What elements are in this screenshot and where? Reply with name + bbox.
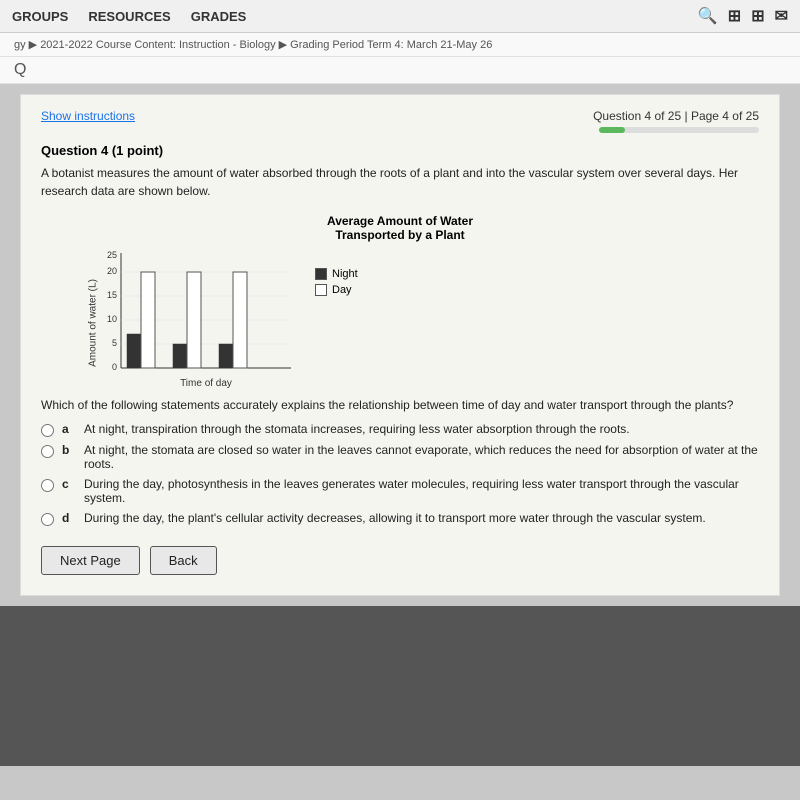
- grid-icon[interactable]: ⊞: [728, 6, 741, 26]
- nav-groups[interactable]: GROUPS: [12, 9, 68, 24]
- search-icon[interactable]: 🔍: [698, 6, 718, 26]
- show-instructions-link[interactable]: Show instructions: [41, 109, 135, 123]
- svg-text:25: 25: [107, 250, 117, 260]
- option-b: b At night, the stomata are closed so wa…: [41, 443, 759, 471]
- option-b-text: At night, the stomata are closed so wate…: [84, 443, 759, 471]
- option-a: a At night, transpiration through the st…: [41, 422, 759, 437]
- option-c-text: During the day, photosynthesis in the le…: [84, 477, 759, 505]
- legend-day-box: [315, 284, 327, 296]
- progress-bar-fill: [599, 127, 625, 133]
- options-list: a At night, transpiration through the st…: [41, 422, 759, 526]
- radio-d[interactable]: [41, 513, 54, 526]
- svg-text:20: 20: [107, 266, 117, 276]
- svg-text:Time of day: Time of day: [180, 378, 232, 389]
- back-button[interactable]: Back: [150, 546, 217, 575]
- chart-legend: Night Day: [315, 268, 358, 300]
- option-c-label: c: [62, 477, 76, 491]
- chart-title: Average Amount of Water Transported by a…: [41, 214, 759, 242]
- question-title: Question 4 (1 point): [41, 143, 759, 158]
- legend-night: Night: [315, 268, 358, 280]
- option-a-label: a: [62, 422, 76, 436]
- search-q-icon: Q: [14, 61, 26, 78]
- chart-svg: 0 5 10 15 20 25: [91, 248, 301, 398]
- option-d-label: d: [62, 511, 76, 525]
- radio-c[interactable]: [41, 479, 54, 492]
- legend-night-box: [315, 268, 327, 280]
- svg-text:5: 5: [112, 338, 117, 348]
- chart-area: Average Amount of Water Transported by a…: [41, 214, 759, 398]
- svg-text:0: 0: [112, 362, 117, 372]
- search-bar: Q: [0, 57, 800, 84]
- chart-wrapper: Amount of water (L) 0 5 10 15 20 25: [91, 248, 301, 398]
- mail-icon[interactable]: ✉: [775, 6, 788, 26]
- question-header: Show instructions Question 4 of 25 | Pag…: [41, 109, 759, 133]
- breadcrumb: gy ▶ 2021-2022 Course Content: Instructi…: [0, 33, 800, 57]
- nav-grades[interactable]: GRADES: [191, 9, 247, 24]
- apps-icon[interactable]: ⊞: [751, 6, 764, 26]
- question-text: A botanist measures the amount of water …: [41, 164, 759, 200]
- option-d: d During the day, the plant's cellular a…: [41, 511, 759, 526]
- bottom-bar: [0, 606, 800, 766]
- option-a-text: At night, transpiration through the stom…: [84, 422, 630, 436]
- svg-text:10: 10: [107, 314, 117, 324]
- button-row: Next Page Back: [41, 546, 759, 575]
- option-b-label: b: [62, 443, 76, 457]
- option-d-text: During the day, the plant's cellular act…: [84, 511, 706, 525]
- question-prompt: Which of the following statements accura…: [41, 398, 759, 412]
- question-info-text: Question 4 of 25 | Page 4 of 25: [593, 109, 759, 123]
- option-c: c During the day, photosynthesis in the …: [41, 477, 759, 505]
- question-info-block: Question 4 of 25 | Page 4 of 25: [593, 109, 759, 133]
- legend-day: Day: [315, 284, 358, 296]
- svg-text:15: 15: [107, 290, 117, 300]
- y-axis-label: Amount of water (L): [87, 279, 98, 367]
- nav-resources[interactable]: RESOURCES: [88, 9, 170, 24]
- progress-bar-container: [599, 127, 759, 133]
- radio-b[interactable]: [41, 445, 54, 458]
- radio-a[interactable]: [41, 424, 54, 437]
- main-content: Show instructions Question 4 of 25 | Pag…: [20, 94, 780, 596]
- next-page-button[interactable]: Next Page: [41, 546, 140, 575]
- top-nav-icons: 🔍 ⊞ ⊞ ✉: [698, 6, 788, 26]
- top-nav: GROUPS RESOURCES GRADES 🔍 ⊞ ⊞ ✉: [0, 0, 800, 33]
